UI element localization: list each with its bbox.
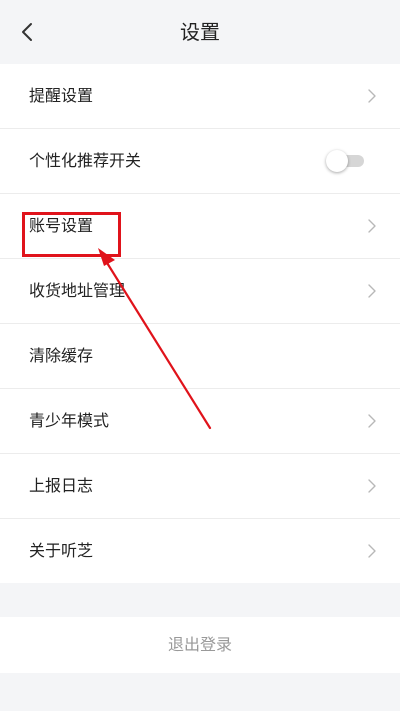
chevron-right-icon — [368, 284, 376, 298]
annotation-highlight-box — [22, 212, 121, 257]
settings-item-shipping-address[interactable]: 收货地址管理 — [0, 259, 400, 324]
settings-item-personalized-recommendation: 个性化推荐开关 — [0, 129, 400, 194]
settings-item-reminder[interactable]: 提醒设置 — [0, 64, 400, 129]
toggle-knob — [326, 150, 348, 172]
settings-item-label: 青少年模式 — [29, 411, 110, 430]
chevron-right-icon — [368, 414, 376, 428]
page-title: 设置 — [180, 20, 220, 44]
header: 设置 — [0, 0, 400, 64]
chevron-right-icon — [368, 219, 376, 233]
settings-item-label: 收货地址管理 — [29, 281, 126, 300]
settings-item-label: 提醒设置 — [29, 86, 94, 105]
settings-item-youth-mode[interactable]: 青少年模式 — [0, 389, 400, 454]
settings-item-about[interactable]: 关于听芝 — [0, 519, 400, 583]
settings-item-clear-cache[interactable]: 清除缓存 — [0, 324, 400, 389]
settings-item-label: 关于听芝 — [29, 541, 94, 560]
logout-button[interactable]: 退出登录 — [0, 617, 400, 673]
chevron-right-icon — [368, 479, 376, 493]
settings-item-report-log[interactable]: 上报日志 — [0, 454, 400, 519]
chevron-right-icon — [368, 544, 376, 558]
settings-item-label: 上报日志 — [29, 476, 94, 495]
personalized-recommendation-toggle[interactable] — [326, 150, 364, 172]
settings-item-label: 个性化推荐开关 — [29, 151, 142, 170]
chevron-right-icon — [368, 89, 376, 103]
settings-list: 提醒设置 个性化推荐开关 账号设置 收货地址管理 清除缓存 青少年模式 上报日志 — [0, 64, 400, 583]
settings-item-label: 清除缓存 — [29, 346, 94, 365]
